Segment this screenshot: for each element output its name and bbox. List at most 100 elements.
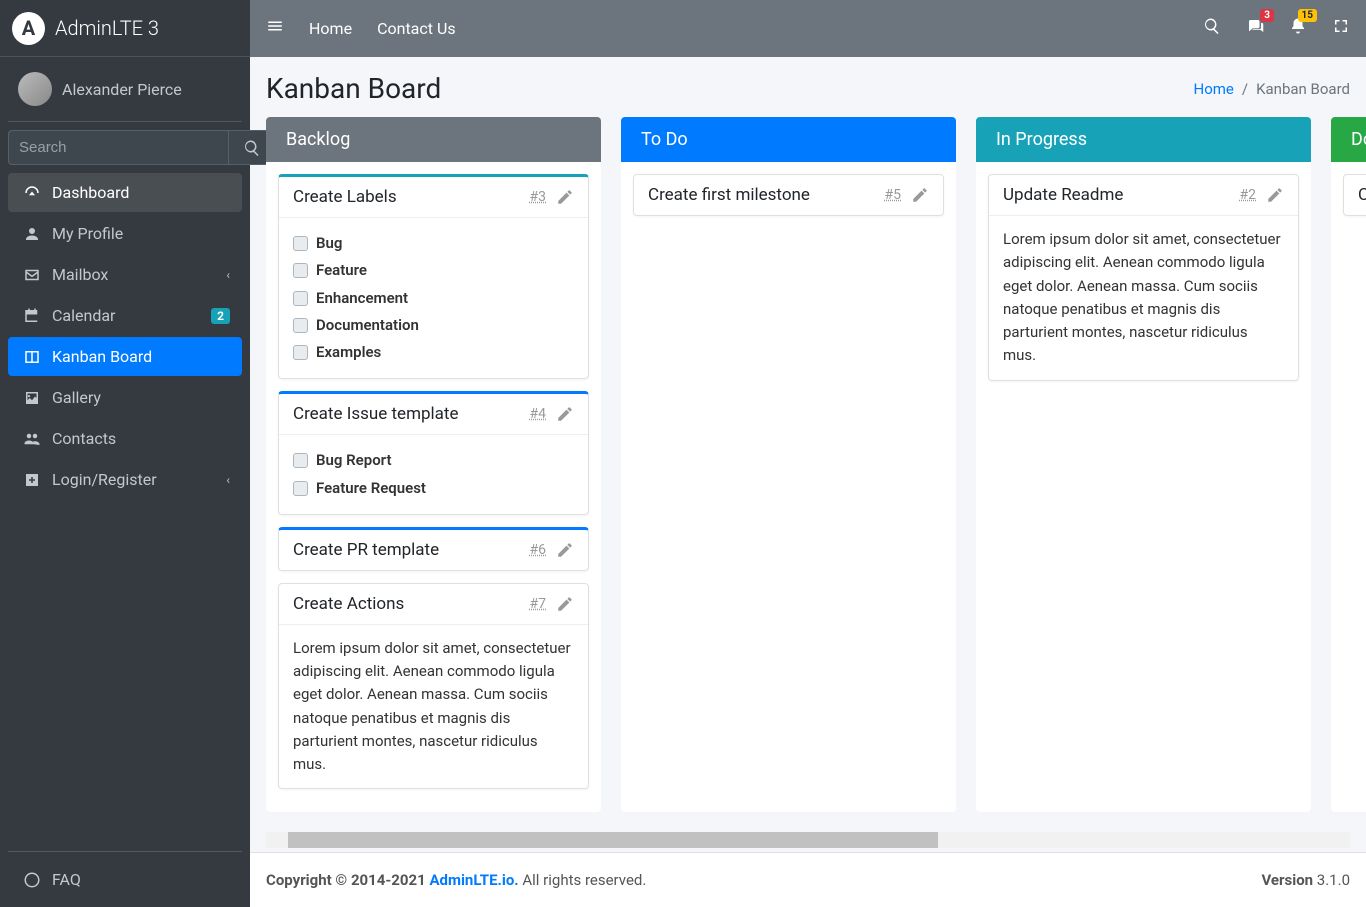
card-id-link[interactable]: #7: [530, 596, 547, 612]
card-title: Update Readme: [1003, 185, 1123, 205]
navbar-link-contact[interactable]: Contact Us: [377, 19, 456, 38]
column-header: In Progress: [976, 117, 1311, 162]
checklist: BugFeatureEnhancementDocumentationExampl…: [293, 230, 574, 366]
user-name: Alexander Pierce: [62, 80, 182, 99]
sidebar-item-label: Mailbox: [52, 265, 226, 284]
card-header: Create repo#1: [1344, 175, 1366, 215]
breadcrumb-home[interactable]: Home: [1194, 80, 1234, 98]
card-title: Create first milestone: [648, 185, 810, 205]
checkbox[interactable]: [293, 236, 308, 251]
card-title: Create Actions: [293, 594, 404, 614]
sidebar-badge: 2: [211, 308, 230, 324]
image-icon: [20, 389, 44, 407]
pencil-icon[interactable]: [556, 188, 574, 206]
card-header: Create Labels#3: [279, 177, 588, 218]
sidebar-item-kanban-board[interactable]: Kanban Board: [8, 337, 242, 376]
card-id-link[interactable]: #3: [530, 189, 547, 205]
columns-icon: [20, 348, 44, 366]
sidebar-item-label: FAQ: [52, 870, 230, 889]
menu-toggle-button[interactable]: [266, 17, 284, 40]
footer-link[interactable]: AdminLTE.io.: [429, 871, 518, 889]
column-body[interactable]: Update Readme #2 Lorem ipsum dolor sit ame…: [976, 162, 1311, 393]
sidebar-item-gallery[interactable]: Gallery: [8, 378, 242, 417]
user-icon: [20, 225, 44, 243]
column-body[interactable]: Create first milestone #5: [621, 162, 956, 228]
footer-rights: All rights reserved.: [519, 871, 647, 889]
circle-icon: [20, 871, 44, 889]
navbar-messages-button[interactable]: 3: [1246, 17, 1264, 40]
navbar-link-home[interactable]: Home: [309, 19, 352, 38]
sidebar-item-label: My Profile: [52, 224, 230, 243]
fullscreen-button[interactable]: [1332, 17, 1350, 40]
navbar-search-button[interactable]: [1203, 17, 1221, 40]
card-title: Create PR template: [293, 540, 439, 560]
card-header: Create Actions #7: [279, 584, 588, 625]
scrollbar-thumb[interactable]: [288, 832, 938, 848]
checklist-item[interactable]: Bug: [293, 230, 574, 257]
kanban-card[interactable]: Create Actions #7 Lorem ipsum dolor sit am…: [278, 583, 589, 790]
search-icon: [1203, 17, 1221, 35]
pencil-icon[interactable]: [556, 595, 574, 613]
avatar: [18, 72, 52, 106]
kanban-column: BacklogCreate Labels#3BugFeatureEnhancem…: [266, 117, 601, 812]
footer: Copyright © 2014-2021 AdminLTE.io. All r…: [250, 852, 1366, 907]
footer-version-label: Version: [1261, 871, 1313, 889]
pencil-icon[interactable]: [911, 186, 929, 204]
checkbox[interactable]: [293, 453, 308, 468]
navbar-notifications-button[interactable]: 15: [1289, 17, 1307, 40]
card-id-link[interactable]: #6: [530, 542, 547, 558]
kanban-card[interactable]: Create PR template #6: [278, 527, 589, 571]
card-body: BugFeatureEnhancementDocumentationExampl…: [279, 218, 588, 378]
brand-link[interactable]: A AdminLTE 3: [0, 0, 250, 57]
card-body: Lorem ipsum dolor sit amet, consectetuer…: [989, 216, 1298, 380]
checklist-item[interactable]: Feature: [293, 257, 574, 284]
sidebar-item-dashboard[interactable]: Dashboard: [8, 173, 242, 212]
checkbox[interactable]: [293, 345, 308, 360]
sidebar-item-contacts[interactable]: Contacts: [8, 419, 242, 458]
kanban-card[interactable]: Update Readme #2 Lorem ipsum dolor sit ame…: [988, 174, 1299, 381]
pencil-icon[interactable]: [556, 541, 574, 559]
checklist-item[interactable]: Feature Request: [293, 475, 574, 502]
sidebar-item-label: Kanban Board: [52, 347, 230, 366]
checkbox[interactable]: [293, 318, 308, 333]
sidebar-item-mailbox[interactable]: Mailbox‹: [8, 255, 242, 294]
checkbox[interactable]: [293, 291, 308, 306]
sidebar-item-login-register[interactable]: Login/Register‹: [8, 460, 242, 499]
checkbox[interactable]: [293, 481, 308, 496]
kanban-card[interactable]: Create Labels#3 BugFeatureEnhancementDocu…: [278, 174, 589, 379]
checklist-item[interactable]: Bug Report: [293, 447, 574, 474]
column-body[interactable]: Create repo#1: [1331, 162, 1366, 228]
kanban-card[interactable]: Create Issue template#4Bug ReportFeature…: [278, 391, 589, 515]
column-body[interactable]: Create Labels#3 BugFeatureEnhancementDocu…: [266, 162, 601, 801]
sidebar-item-label: Dashboard: [52, 183, 230, 202]
sidebar-item-label: Calendar: [52, 306, 211, 325]
brand-text: AdminLTE 3: [55, 16, 159, 40]
checkbox[interactable]: [293, 263, 308, 278]
horizontal-scrollbar[interactable]: [266, 832, 1350, 848]
checklist-item[interactable]: Documentation: [293, 312, 574, 339]
column-header: To Do: [621, 117, 956, 162]
card-tools: #5: [885, 186, 930, 204]
search-input[interactable]: [8, 130, 228, 165]
kanban-column: In Progress Update Readme #2 Lorem ipsum do…: [976, 117, 1311, 812]
kanban-card[interactable]: Create first milestone #5: [633, 174, 944, 216]
card-id-link[interactable]: #5: [885, 187, 902, 203]
kanban-board[interactable]: BacklogCreate Labels#3BugFeatureEnhancem…: [266, 117, 1366, 832]
pencil-icon[interactable]: [556, 405, 574, 423]
card-id-link[interactable]: #2: [1240, 187, 1257, 203]
card-tools: #6: [530, 541, 575, 559]
sidebar-item-faq[interactable]: FAQ: [8, 860, 242, 899]
bars-icon: [266, 17, 284, 35]
card-body: Lorem ipsum dolor sit amet, consectetuer…: [279, 625, 588, 789]
card-tools: #4: [530, 405, 575, 423]
kanban-card[interactable]: Create repo#1: [1343, 174, 1366, 216]
user-panel[interactable]: Alexander Pierce: [8, 57, 242, 122]
sidebar-nav: DashboardMy ProfileMailbox‹Calendar2Kanb…: [0, 173, 250, 851]
checklist-item[interactable]: Enhancement: [293, 285, 574, 312]
sidebar-item-calendar[interactable]: Calendar2: [8, 296, 242, 335]
card-id-link[interactable]: #4: [530, 406, 547, 422]
checklist-item[interactable]: Examples: [293, 339, 574, 366]
sidebar-item-my-profile[interactable]: My Profile: [8, 214, 242, 253]
pencil-icon[interactable]: [1266, 186, 1284, 204]
breadcrumb-current: Kanban Board: [1256, 80, 1350, 98]
